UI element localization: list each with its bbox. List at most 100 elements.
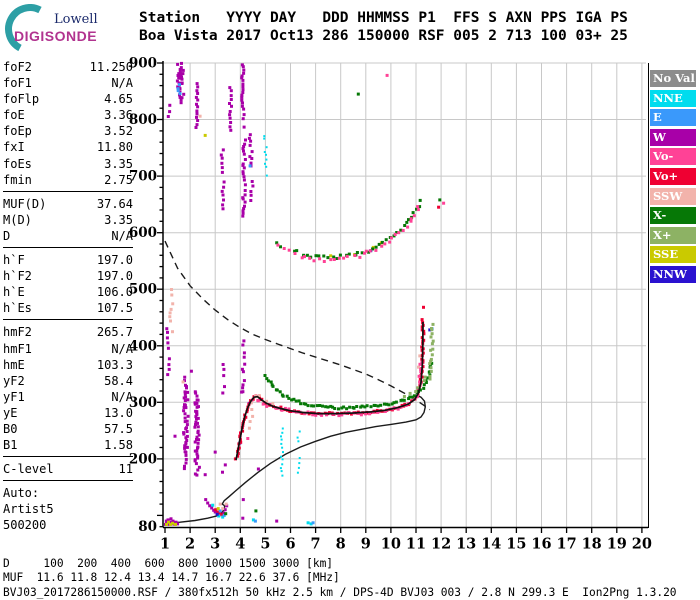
param-label: fxI bbox=[3, 140, 25, 155]
param-value: 2.75 bbox=[104, 172, 133, 187]
param-value: 13.0 bbox=[104, 405, 133, 420]
svg-text:200: 200 bbox=[129, 451, 157, 467]
param-value: 11 bbox=[118, 462, 133, 477]
param-value: 3.35 bbox=[104, 212, 133, 227]
param-label: hmE bbox=[3, 357, 25, 372]
parameter-panel: foF2 11.250 foF1 N/A foFlp 4.65 foE 3.36 foEp 3.5… bbox=[3, 59, 133, 534]
param-label: foFlp bbox=[3, 92, 40, 107]
svg-text:2: 2 bbox=[185, 536, 195, 553]
param-label: h`F2 bbox=[3, 269, 32, 284]
param-row-yE: yE 13.0 bbox=[3, 405, 133, 421]
panel-divider bbox=[3, 480, 133, 482]
param-row-foFlp: foFlp 4.65 bbox=[3, 91, 133, 107]
svg-text:8: 8 bbox=[336, 536, 346, 553]
svg-text:20: 20 bbox=[632, 536, 652, 553]
panel-footer-line: Auto: bbox=[3, 486, 40, 501]
legend-item-vo: Vo+ bbox=[650, 168, 696, 185]
param-row-hE: h`E 106.0 bbox=[3, 284, 133, 300]
param-row-foE: foE 3.36 bbox=[3, 107, 133, 123]
param-label: hmF2 bbox=[3, 325, 32, 340]
legend-item-vo: Vo- bbox=[650, 148, 696, 166]
svg-text:11: 11 bbox=[406, 536, 426, 553]
param-value: 11.80 bbox=[96, 140, 133, 155]
svg-text:80: 80 bbox=[138, 519, 157, 535]
param-label: h`E bbox=[3, 285, 25, 300]
svg-text:600: 600 bbox=[129, 225, 157, 241]
param-value: 107.5 bbox=[96, 301, 133, 316]
svg-text:9: 9 bbox=[361, 536, 371, 553]
param-row-MD: M(D) 3.35 bbox=[3, 212, 133, 228]
param-value: 197.0 bbox=[96, 253, 133, 268]
header-station-values: Boa Vista 2017 Oct13 286 150000 RSF 005 … bbox=[139, 28, 628, 44]
svg-text:7: 7 bbox=[311, 536, 321, 553]
param-row-Clevel: C-level 11 bbox=[3, 461, 133, 477]
legend-item-noval: No Val bbox=[650, 70, 696, 87]
svg-text:400: 400 bbox=[129, 338, 157, 354]
panel-divider bbox=[3, 190, 133, 192]
svg-text:700: 700 bbox=[129, 169, 157, 185]
logo-lowell-text: Lowell bbox=[54, 12, 98, 27]
svg-text:300: 300 bbox=[129, 395, 157, 411]
param-label: yE bbox=[3, 405, 18, 420]
param-label: yF2 bbox=[3, 373, 25, 388]
param-row-hmE: hmE 103.3 bbox=[3, 357, 133, 373]
param-value: N/A bbox=[111, 341, 133, 356]
panel-divider bbox=[3, 247, 133, 249]
param-label: yF1 bbox=[3, 389, 25, 404]
param-row-hmF2: hmF2 265.7 bbox=[3, 324, 133, 340]
legend-separator bbox=[648, 63, 649, 528]
param-label: hmF1 bbox=[3, 341, 32, 356]
param-label: fmin bbox=[3, 172, 32, 187]
param-row-B1: B1 1.58 bbox=[3, 437, 133, 453]
param-value: 265.7 bbox=[96, 325, 133, 340]
param-row-foF2: foF2 11.250 bbox=[3, 59, 133, 75]
param-label: D bbox=[3, 228, 11, 243]
param-row-B0: B0 57.5 bbox=[3, 421, 133, 437]
param-label: h`Es bbox=[3, 301, 32, 316]
svg-text:1: 1 bbox=[160, 536, 170, 553]
param-row-foEs: foEs 3.35 bbox=[3, 156, 133, 172]
svg-text:4: 4 bbox=[235, 536, 245, 553]
svg-text:800: 800 bbox=[129, 112, 157, 128]
param-value: N/A bbox=[111, 76, 133, 91]
svg-text:15: 15 bbox=[506, 536, 526, 553]
footer-d-row: D 100 200 400 600 800 1000 1500 3000 [km… bbox=[3, 557, 334, 570]
param-row-foEp: foEp 3.52 bbox=[3, 123, 133, 139]
svg-text:19: 19 bbox=[607, 536, 627, 553]
svg-text:500: 500 bbox=[129, 282, 157, 298]
legend-item-ssw: SSW bbox=[650, 187, 696, 205]
param-value: N/A bbox=[111, 228, 133, 243]
param-value: 37.64 bbox=[96, 196, 133, 211]
param-value: 4.65 bbox=[104, 92, 133, 107]
param-label: M(D) bbox=[3, 212, 32, 227]
svg-text:3: 3 bbox=[210, 536, 220, 553]
svg-text:900: 900 bbox=[129, 56, 157, 72]
param-label: foF2 bbox=[3, 60, 32, 74]
panel-divider bbox=[3, 456, 133, 458]
param-row-hF2: h`F2 197.0 bbox=[3, 268, 133, 284]
logo-digisonde-text: DIGISONDE bbox=[14, 28, 98, 44]
param-value: 58.4 bbox=[104, 373, 133, 388]
param-label: B1 bbox=[3, 438, 18, 453]
svg-text:5: 5 bbox=[260, 536, 270, 553]
svg-text:10: 10 bbox=[381, 536, 401, 553]
param-value: 103.3 bbox=[96, 357, 133, 372]
param-row-hEs: h`Es 107.5 bbox=[3, 300, 133, 316]
legend-item-x: X- bbox=[650, 207, 696, 225]
param-label: foEs bbox=[3, 156, 32, 171]
param-value: 3.52 bbox=[104, 124, 133, 139]
header-column-names: Station YYYY DAY DDD HHMMSS P1 FFS S AXN… bbox=[139, 10, 628, 26]
param-row-foF1: foF1 N/A bbox=[3, 75, 133, 91]
svg-text:12: 12 bbox=[431, 536, 451, 553]
param-value: 106.0 bbox=[96, 285, 133, 300]
panel-divider bbox=[3, 319, 133, 321]
param-row-MUFD: MUF(D) 37.64 bbox=[3, 196, 133, 212]
param-value: 1.58 bbox=[104, 438, 133, 453]
logo: Lowell DIGISONDE bbox=[4, 4, 134, 52]
legend-item-e: E bbox=[650, 109, 696, 127]
legend-item-nne: NNE bbox=[650, 89, 696, 107]
param-value: 57.5 bbox=[104, 421, 133, 436]
svg-text:17: 17 bbox=[557, 536, 577, 553]
param-value: N/A bbox=[111, 389, 133, 404]
param-row-fmin: fmin 2.75 bbox=[3, 172, 133, 188]
